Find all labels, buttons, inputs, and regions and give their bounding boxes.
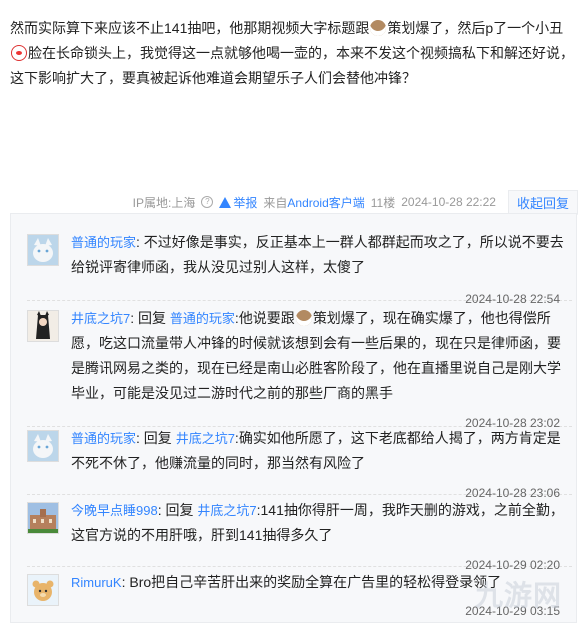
reply-target[interactable]: 井底之坑7: [176, 431, 235, 446]
reply-text: 不过好像是事实，反正基本上一群人都群起而攻之了，所以说不要去给锐评寄律师函，我从…: [71, 234, 564, 275]
reply-item: 普通的玩家: 不过好像是事实，反正基本上一群人都群起而攻之了，所以说不要去给锐评…: [27, 230, 572, 306]
reply-text: Bro把自己辛苦肝出来的奖励全算在广告里的轻松得登录领了: [129, 574, 502, 590]
avatar[interactable]: [27, 234, 59, 266]
reply-target[interactable]: 井底之坑7: [197, 503, 256, 518]
report-link[interactable]: 举报: [219, 194, 257, 211]
post-time: 2024-10-28 22:22: [401, 195, 496, 209]
post-meta: IP属地:上海? 举报 来自Android客户端 11楼 2024-10-28 …: [127, 189, 578, 215]
source-label: 来自Android客户端: [263, 195, 365, 210]
reply-username[interactable]: 普通的玩家: [71, 431, 136, 446]
dog-emoji-icon: [370, 20, 387, 36]
reply-username[interactable]: 今晚早点睡998: [71, 503, 158, 518]
watermark: 九游网: [474, 580, 562, 611]
reply-list: 普通的玩家: 不过好像是事实，反正基本上一群人都群起而攻之了，所以说不要去给锐评…: [10, 213, 577, 623]
bear-avatar-icon: [28, 575, 58, 605]
dog-emoji-icon: [295, 310, 312, 326]
post-content: 然而实际算下来应该不止141抽吧，他那期视频大字标题跟 策划爆了，然后p了一个小丑…: [10, 20, 574, 86]
reply-time: 2024-10-28 22:54: [465, 292, 560, 306]
avatar[interactable]: [27, 430, 59, 462]
client-link[interactable]: Android客户端: [287, 196, 364, 210]
avatar[interactable]: [27, 574, 59, 606]
reply-item: 普通的玩家: 回复 井底之坑7:确实如他所愿了，这下老底都给人揭了，两方肯定是不…: [27, 426, 572, 500]
collapse-replies-button[interactable]: 收起回复: [507, 189, 578, 215]
reply-username[interactable]: 普通的玩家: [71, 235, 136, 250]
building-avatar-icon: [28, 503, 58, 533]
anime-avatar-icon: [28, 311, 58, 341]
avatar[interactable]: [27, 502, 59, 534]
floor-number: 11楼: [370, 195, 396, 210]
warning-icon: [219, 196, 232, 208]
clown-emoji-icon: [11, 45, 27, 61]
reply-target[interactable]: 普通的玩家: [170, 311, 235, 326]
reply-text: 他说要跟: [238, 310, 295, 326]
ip-location: IP属地:上海: [132, 195, 196, 210]
avatar[interactable]: [27, 310, 59, 342]
cat-avatar-icon: [28, 431, 58, 461]
reply-username[interactable]: RimuruK: [71, 575, 122, 590]
cat-avatar-icon: [28, 235, 58, 265]
help-icon[interactable]: ?: [201, 196, 214, 208]
reply-item: 今晚早点睡998: 回复 井底之坑7:141抽你得肝一周，我昨天删的游戏，之前全…: [27, 498, 572, 572]
reply-item: 井底之坑7: 回复 普通的玩家:他说要跟 策划爆了，现在确实爆了，他也得偿所愿，吃…: [27, 306, 572, 430]
reply-username[interactable]: 井底之坑7: [71, 311, 130, 326]
